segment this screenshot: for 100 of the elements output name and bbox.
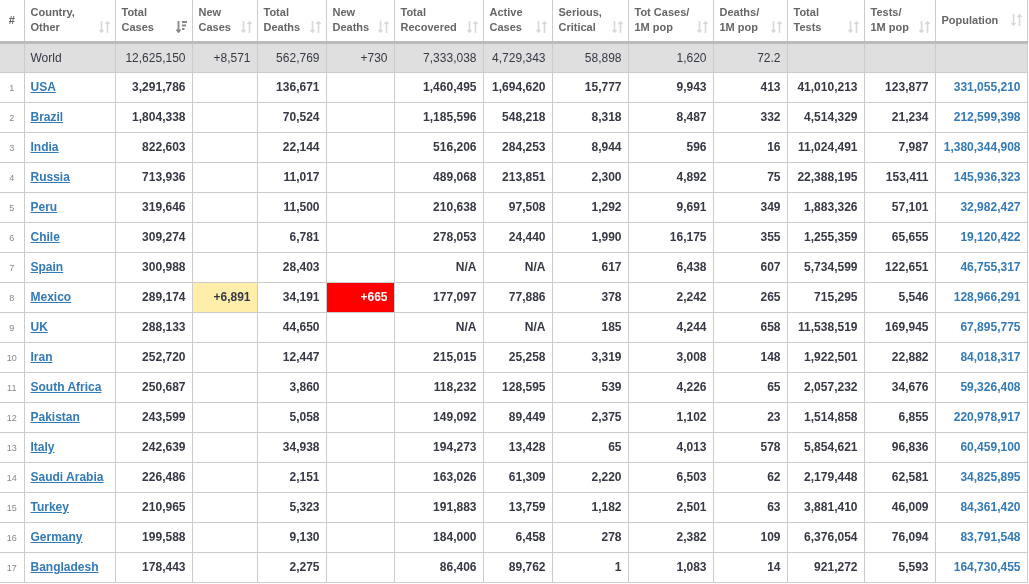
active-cases-value: 284,253 <box>502 140 546 154</box>
total-deaths-value: 12,447 <box>282 350 320 364</box>
sort-icon[interactable] <box>611 21 623 34</box>
sort-icon[interactable] <box>1010 13 1022 26</box>
country-link[interactable]: South Africa <box>30 380 102 394</box>
rank-number: 6 <box>9 233 15 243</box>
total-deaths-value: 136,671 <box>276 80 320 94</box>
country-link[interactable]: UK <box>30 320 48 334</box>
deaths-per-million-value: 607 <box>760 260 781 274</box>
sort-icon[interactable] <box>175 21 187 34</box>
deaths-per-million-value: 265 <box>760 290 781 304</box>
serious-critical-value: 2,300 <box>591 170 622 184</box>
active-cases-value: 6,458 <box>515 530 546 544</box>
active-cases-value: 89,449 <box>508 410 546 424</box>
deaths-per-million-value: 413 <box>760 80 781 94</box>
deaths-per-million-value: 148 <box>760 350 781 364</box>
active-cases-value: N/A <box>524 260 546 274</box>
total-recovered-value: 191,883 <box>433 500 477 514</box>
serious-critical-value: 3,319 <box>591 350 622 364</box>
active-cases-value: 24,440 <box>508 230 546 244</box>
sort-icon[interactable] <box>847 21 859 34</box>
tests-per-million-value: 153,411 <box>885 170 929 184</box>
total-deaths-value: 9,130 <box>289 530 320 544</box>
country-link[interactable]: USA <box>30 80 56 94</box>
total-deaths-value: 22,144 <box>282 140 320 154</box>
country-link[interactable]: Italy <box>30 440 55 454</box>
deaths-per-million-value: 332 <box>760 110 781 124</box>
sort-icon[interactable] <box>535 21 547 34</box>
country-link[interactable]: Spain <box>30 260 64 274</box>
country-link[interactable]: Peru <box>30 200 58 214</box>
total-cases-value: 252,720 <box>142 350 186 364</box>
total-cases-value: 822,603 <box>142 140 186 154</box>
cases-per-million-value: 9,691 <box>676 200 707 214</box>
country-link[interactable]: Chile <box>30 230 60 244</box>
tests-per-million-value: 76,094 <box>891 530 929 544</box>
total-recovered-value: 1,460,495 <box>423 80 477 94</box>
active-cases-value: 97,508 <box>508 200 546 214</box>
cases-per-million-value: 2,501 <box>676 500 707 514</box>
rank-number: 1 <box>9 83 15 93</box>
total-tests-value: 2,057,232 <box>804 380 858 394</box>
tests-per-million-value: 123,877 <box>885 80 929 94</box>
active-cases-value: 1,694,620 <box>492 80 546 94</box>
tests-per-million-value: 62,581 <box>891 470 929 484</box>
sort-icon[interactable] <box>377 21 389 34</box>
country-link[interactable]: Pakistan <box>30 410 80 424</box>
total-deaths-value: 562,769 <box>276 50 320 65</box>
serious-critical-value: 617 <box>601 260 622 274</box>
country-link[interactable]: Russia <box>30 170 70 184</box>
total-deaths-value: 70,524 <box>282 110 320 124</box>
total-tests-value: 1,255,359 <box>804 230 858 244</box>
total-cases-value: 713,936 <box>142 170 186 184</box>
cases-per-million-value: 4,244 <box>676 320 707 334</box>
country-link[interactable]: Saudi Arabia <box>30 470 104 484</box>
active-cases-value: 89,762 <box>508 560 546 574</box>
rank-number: 3 <box>9 143 15 153</box>
sort-icon[interactable] <box>309 21 321 34</box>
country-link[interactable]: Mexico <box>30 290 72 304</box>
sort-icon[interactable] <box>98 21 110 34</box>
population-value: 67,895,775 <box>960 320 1021 334</box>
active-cases-value: 13,759 <box>508 500 546 514</box>
total-recovered-value: 210,638 <box>433 200 477 214</box>
population-value: 1,380,344,908 <box>943 140 1021 154</box>
population-value: 164,730,455 <box>953 560 1021 574</box>
sort-icon[interactable] <box>696 21 708 34</box>
country-link[interactable]: Brazil <box>30 110 64 124</box>
sort-icon[interactable] <box>918 21 930 34</box>
cases-per-million-value: 2,382 <box>676 530 707 544</box>
sort-icon[interactable] <box>770 21 782 34</box>
total-recovered-value: 118,232 <box>433 380 477 394</box>
serious-critical-value: 1,292 <box>591 200 622 214</box>
total-tests-value: 715,295 <box>814 290 858 304</box>
active-cases-value: 128,595 <box>502 380 546 394</box>
sort-icon[interactable] <box>240 21 252 34</box>
serious-critical-value: 2,220 <box>591 470 622 484</box>
active-cases-value: 25,258 <box>508 350 546 364</box>
total-cases-value: 199,588 <box>142 530 186 544</box>
total-tests-value: 6,376,054 <box>804 530 858 544</box>
country-link[interactable]: Iran <box>30 350 53 364</box>
serious-critical-value: 539 <box>601 380 622 394</box>
total-deaths-value: 34,191 <box>282 290 320 304</box>
total-deaths-value: 3,860 <box>289 380 320 394</box>
deaths-per-million-value: 65 <box>767 380 781 394</box>
active-cases-value: 213,851 <box>502 170 546 184</box>
country-link[interactable]: Bangladesh <box>30 560 99 574</box>
total-deaths-value: 6,781 <box>289 230 320 244</box>
total-tests-value: 5,734,599 <box>804 260 858 274</box>
sort-icon[interactable] <box>466 21 478 34</box>
total-cases-value: 288,133 <box>142 320 186 334</box>
total-cases-value: 210,965 <box>142 500 186 514</box>
country-link[interactable]: Germany <box>30 530 83 544</box>
population-value: 32,982,427 <box>960 200 1021 214</box>
country-link[interactable]: Turkey <box>30 500 69 514</box>
country-link[interactable]: India <box>30 140 59 154</box>
active-cases-value: 4,729,343 <box>492 50 546 65</box>
total-cases-value: 309,274 <box>142 230 186 244</box>
total-deaths-value: 11,500 <box>283 200 320 214</box>
total-cases-value: 1,804,338 <box>132 110 186 124</box>
population-value: 84,361,420 <box>960 500 1021 514</box>
serious-critical-value: 278 <box>601 530 622 544</box>
population-value: 19,120,422 <box>960 230 1021 244</box>
